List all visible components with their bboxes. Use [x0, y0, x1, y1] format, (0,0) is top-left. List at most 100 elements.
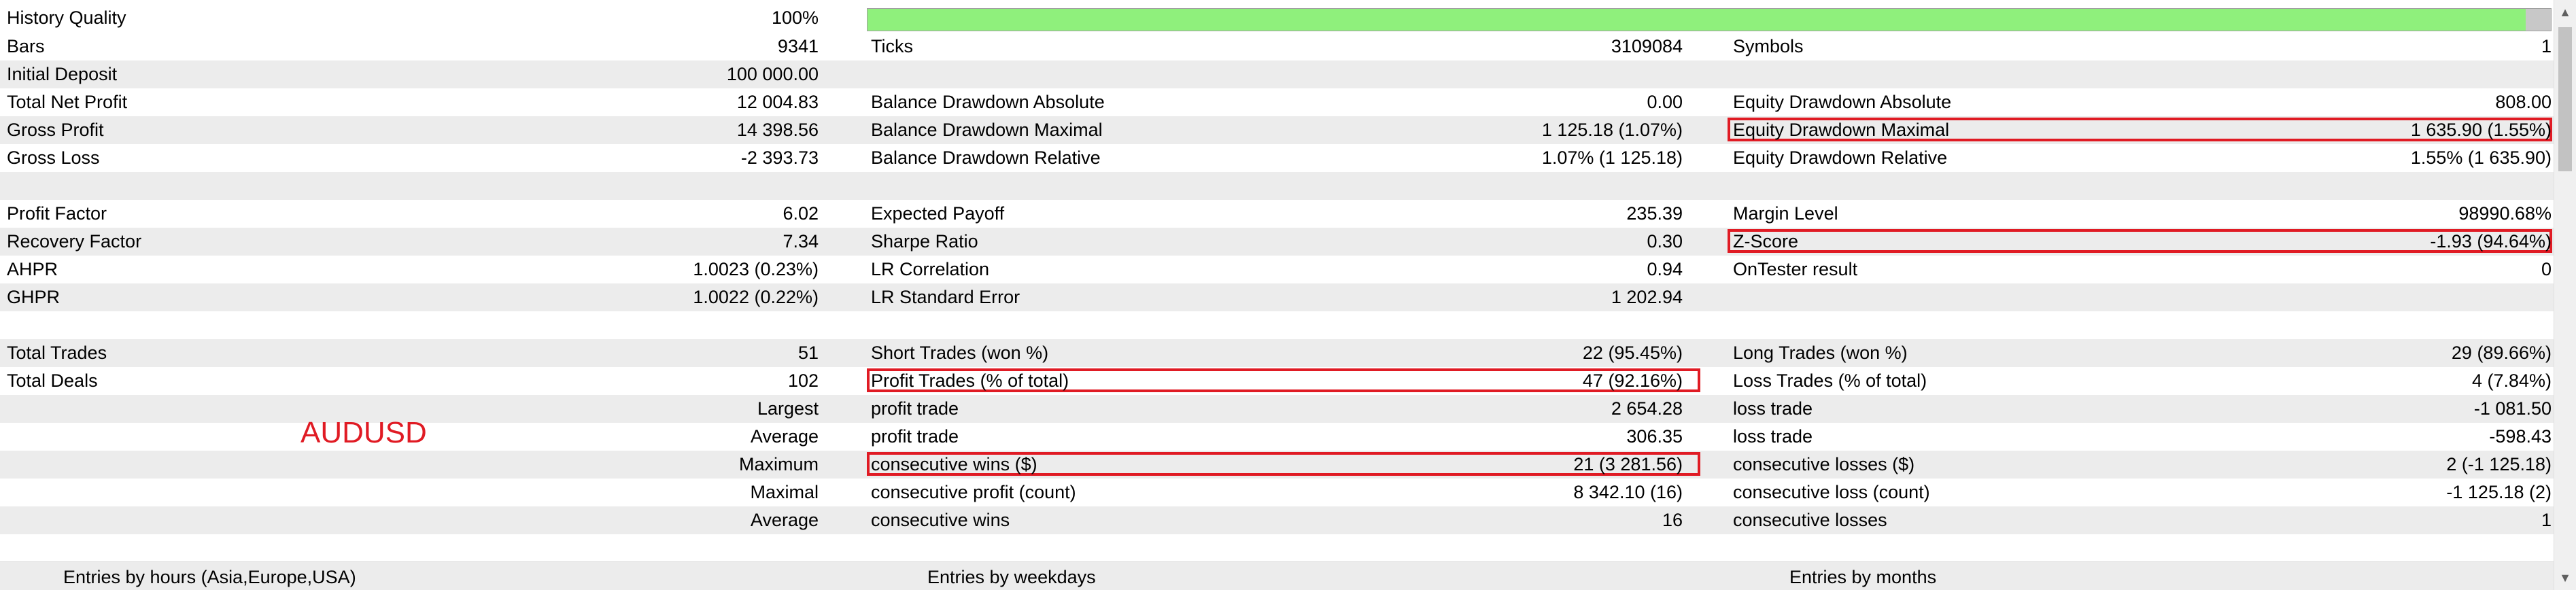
stat-value	[1972, 283, 2552, 311]
stat-value: 7.34	[783, 231, 819, 251]
stat-label: consecutive wins ($)	[871, 454, 1037, 474]
stat-label: Balance Drawdown Maximal	[871, 120, 1103, 140]
chevron-up-icon[interactable]: ▲	[2554, 1, 2576, 23]
stat-label: Balance Drawdown Absolute	[871, 92, 1105, 112]
stat-label: consecutive losses	[1733, 510, 1887, 530]
stat-value: Average	[750, 426, 819, 447]
stat-value: 22 (95.45%)	[1582, 343, 1683, 363]
stat-value: Maximum	[738, 454, 819, 474]
stats-row	[0, 172, 2554, 200]
stat-value: Maximal	[750, 482, 819, 502]
stat-value	[1156, 311, 1683, 339]
stat-value: -598.43	[2489, 426, 2552, 447]
stat-value: -1 081.50	[2473, 398, 2552, 419]
stat-label: LR Correlation	[871, 259, 990, 279]
stat-value: 9341	[777, 36, 819, 56]
history-quality-value: 100%	[771, 7, 819, 28]
stat-label: Gross Loss	[7, 148, 100, 168]
stat-value: 1.07% (1 125.18)	[1541, 148, 1683, 168]
stat-value: 1 202.94	[1611, 287, 1683, 307]
stat-value	[1972, 60, 2552, 88]
stats-row: Gross Loss -2 393.73 Balance Drawdown Rela…	[0, 144, 2554, 172]
stat-value: 1.0023 (0.23%)	[693, 259, 819, 279]
stat-label: Gross Profit	[7, 120, 104, 140]
stat-value: Average	[750, 510, 819, 530]
stat-label: Ticks	[871, 36, 913, 56]
stat-label: consecutive wins	[871, 510, 1010, 530]
scrollbar-thumb[interactable]	[2558, 27, 2572, 171]
stat-label: Profit Trades (% of total)	[871, 370, 1069, 391]
stat-value: 47 (92.16%)	[1582, 370, 1683, 391]
stat-value: 1.0022 (0.22%)	[693, 287, 819, 307]
stat-value: 306.35	[1626, 426, 1683, 447]
stat-value: 1 125.18 (1.07%)	[1541, 120, 1683, 140]
stat-value: 102	[787, 370, 819, 391]
stat-label: Balance Drawdown Relative	[871, 148, 1101, 168]
stat-value: 1.55% (1 635.90)	[2410, 148, 2552, 168]
stat-value: 100 000.00	[726, 64, 819, 84]
stat-label: Symbols	[1733, 36, 1804, 56]
stat-label: profit trade	[871, 426, 959, 447]
stat-value	[204, 172, 819, 200]
history-quality-fill	[868, 9, 2526, 31]
stat-label: Bars	[7, 36, 45, 56]
stat-value: 29 (89.66%)	[2451, 343, 2552, 363]
stats-row: Bars 9341 Ticks 3109084 Symbols 1	[0, 33, 2554, 60]
stats-row: AHPR 1.0023 (0.23%) LR Correlation 0.94 OnTe…	[0, 256, 2554, 283]
stats-row: Maximum consecutive wins ($) 21 (3 281.56)…	[0, 451, 2554, 479]
stat-label: Total Net Profit	[7, 92, 128, 112]
stats-row: Total Trades 51 Short Trades (won %) 22 (95…	[0, 339, 2554, 367]
stat-label: consecutive profit (count)	[871, 482, 1076, 502]
stat-label: consecutive losses ($)	[1733, 454, 1915, 474]
stat-label: Sharpe Ratio	[871, 231, 978, 251]
stat-value	[1972, 562, 2552, 590]
history-quality-label: History Quality	[7, 7, 126, 28]
stat-label: loss trade	[1733, 398, 1813, 419]
stat-label: Equity Drawdown Absolute	[1733, 92, 1952, 112]
stat-label: Expected Payoff	[871, 203, 1005, 224]
stat-value: 98990.68%	[2458, 203, 2552, 224]
stats-row: Average consecutive wins 16 consecutive los…	[0, 506, 2554, 534]
stat-value: 0.00	[1647, 92, 1683, 112]
stat-value	[1156, 534, 1683, 562]
stat-label: AHPR	[7, 259, 58, 279]
entries-by-hours-label: Entries by hours (Asia,Europe,USA)	[63, 567, 356, 587]
stat-value: 14 398.56	[736, 120, 819, 140]
stat-value	[204, 534, 819, 562]
chevron-down-icon[interactable]: ▼	[2554, 567, 2576, 589]
stat-value: 0.94	[1647, 259, 1683, 279]
stats-row: Maximal consecutive profit (count) 8 342.1…	[0, 479, 2554, 506]
stat-value: 16	[1662, 510, 1683, 530]
stats-row: Initial Deposit 100 000.00	[0, 60, 2554, 88]
stat-value: 808.00	[2495, 92, 2552, 112]
stats-row	[0, 311, 2554, 339]
stat-label: Z-Score	[1733, 231, 1799, 251]
entries-by-months-label: Entries by months	[1789, 567, 1937, 587]
stat-value: 8 342.10 (16)	[1573, 482, 1683, 502]
stat-value: 1	[2541, 36, 2552, 56]
stat-value	[1972, 534, 2552, 562]
stat-value: Largest	[757, 398, 819, 419]
stat-value: 3109084	[1611, 36, 1683, 56]
stat-value: 4 (7.84%)	[2471, 370, 2552, 391]
stats-row: Recovery Factor 7.34 Sharpe Ratio 0.30 Z-Sco…	[0, 228, 2554, 256]
history-quality-row: History Quality 100%	[0, 4, 2554, 32]
section-divider	[0, 561, 2554, 562]
stat-value: -1.93 (94.64%)	[2430, 231, 2552, 251]
stat-value: 51	[797, 343, 819, 363]
stat-label: Equity Drawdown Relative	[1733, 148, 1948, 168]
vertical-scrollbar[interactable]: ▲ ▼	[2554, 0, 2576, 590]
stat-value: 0.30	[1647, 231, 1683, 251]
stat-value: 1 635.90 (1.55%)	[2410, 120, 2552, 140]
stat-value	[1156, 60, 1683, 88]
history-quality-bar	[867, 8, 2552, 31]
stat-label: Margin Level	[1733, 203, 1838, 224]
stat-value	[1972, 172, 2552, 200]
stat-label: consecutive loss (count)	[1733, 482, 1930, 502]
stat-value: 6.02	[783, 203, 819, 224]
stat-label: Recovery Factor	[7, 231, 142, 251]
stats-row: Total Net Profit 12 004.83 Balance Drawdow…	[0, 88, 2554, 116]
stat-value	[1156, 172, 1683, 200]
stat-label: Profit Factor	[7, 203, 107, 224]
stat-value: 21 (3 281.56)	[1573, 454, 1683, 474]
